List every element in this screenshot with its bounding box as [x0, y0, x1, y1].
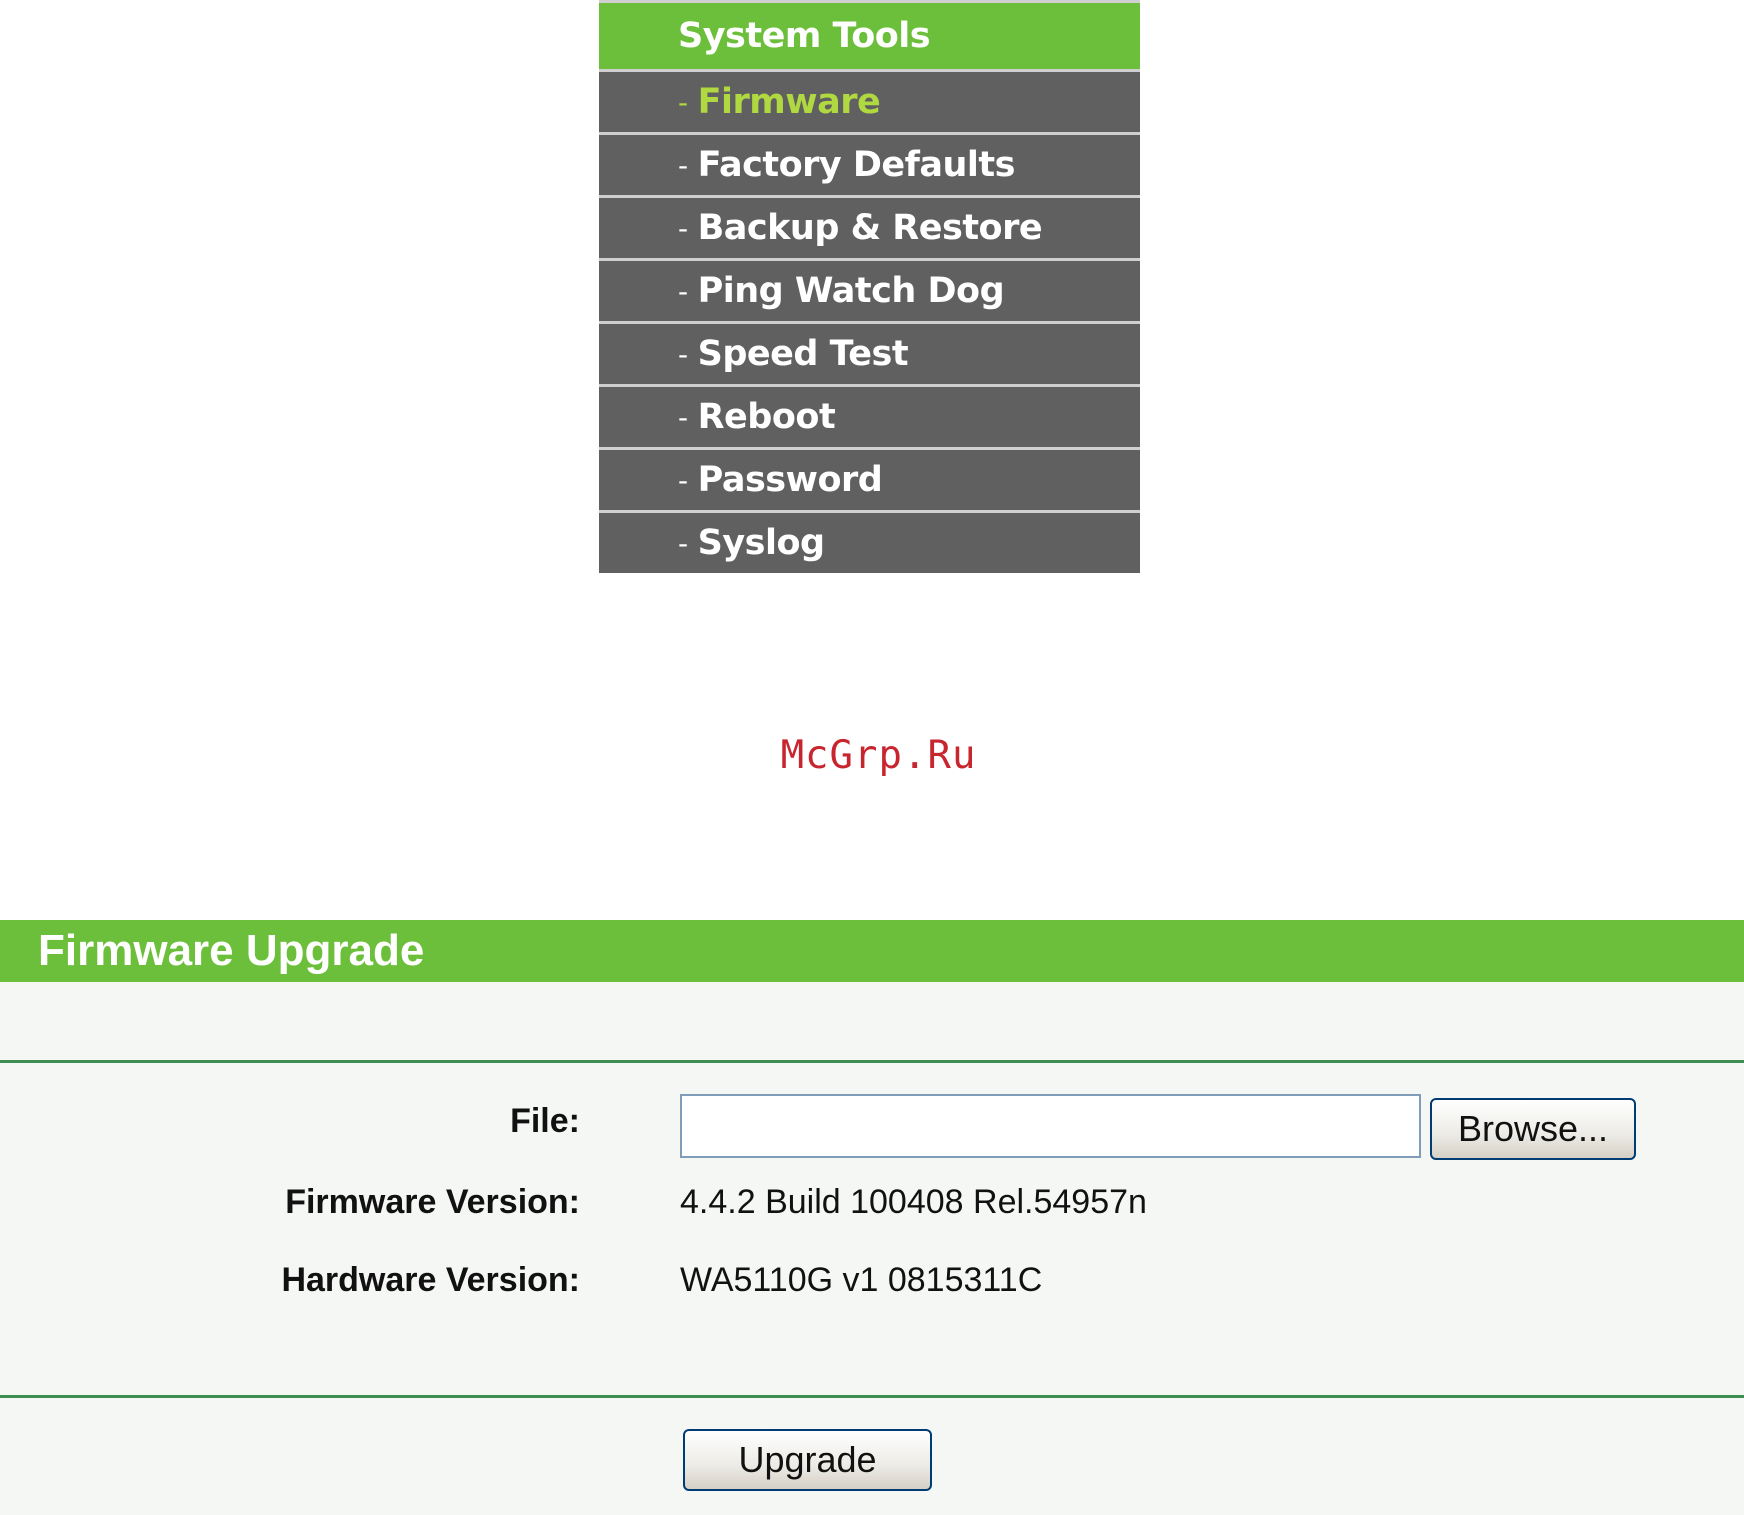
- system-tools-menu: System Tools - Firmware - Factory Defaul…: [599, 0, 1140, 573]
- top-divider: [0, 1060, 1744, 1063]
- upgrade-button[interactable]: Upgrade: [683, 1429, 932, 1491]
- menu-item-factory-defaults[interactable]: - Factory Defaults: [599, 135, 1140, 195]
- menu-item-dash: -: [678, 148, 688, 182]
- hardware-version-value: WA5110G v1 0815311C: [680, 1261, 1043, 1299]
- firmware-version-value: 4.4.2 Build 100408 Rel.54957n: [680, 1183, 1147, 1221]
- watermark-text: McGrp.Ru: [780, 733, 977, 778]
- browse-button[interactable]: Browse...: [1430, 1098, 1636, 1160]
- menu-item-label: Reboot: [697, 397, 836, 437]
- menu-item-password[interactable]: - Password: [599, 450, 1140, 510]
- menu-item-label: Password: [697, 460, 883, 500]
- bottom-divider: [0, 1395, 1744, 1398]
- hardware-version-label: Hardware Version:: [281, 1261, 580, 1299]
- menu-item-ping-watch-dog[interactable]: - Ping Watch Dog: [599, 261, 1140, 321]
- menu-item-dash: -: [678, 526, 688, 560]
- menu-item-firmware[interactable]: - Firmware: [599, 72, 1140, 132]
- menu-item-dash: -: [678, 211, 688, 245]
- menu-item-dash: -: [678, 85, 688, 119]
- menu-item-label: Backup & Restore: [697, 208, 1043, 248]
- firmware-version-label: Firmware Version:: [285, 1183, 580, 1221]
- menu-item-label: Firmware: [697, 82, 881, 122]
- menu-item-label: Syslog: [697, 523, 825, 563]
- menu-item-dash: -: [678, 463, 688, 497]
- menu-item-speed-test[interactable]: - Speed Test: [599, 324, 1140, 384]
- menu-item-dash: -: [678, 337, 688, 371]
- menu-item-syslog[interactable]: - Syslog: [599, 513, 1140, 573]
- menu-item-reboot[interactable]: - Reboot: [599, 387, 1140, 447]
- menu-item-label: Factory Defaults: [697, 145, 1016, 185]
- menu-item-dash: -: [678, 400, 688, 434]
- file-path-input[interactable]: [680, 1094, 1421, 1158]
- file-label: File:: [510, 1102, 580, 1140]
- menu-item-label: Ping Watch Dog: [697, 271, 1005, 311]
- panel-title: Firmware Upgrade: [0, 920, 1744, 982]
- menu-header-system-tools[interactable]: System Tools: [599, 3, 1140, 69]
- menu-item-label: Speed Test: [697, 334, 909, 374]
- menu-item-dash: -: [678, 274, 688, 308]
- menu-item-backup-restore[interactable]: - Backup & Restore: [599, 198, 1140, 258]
